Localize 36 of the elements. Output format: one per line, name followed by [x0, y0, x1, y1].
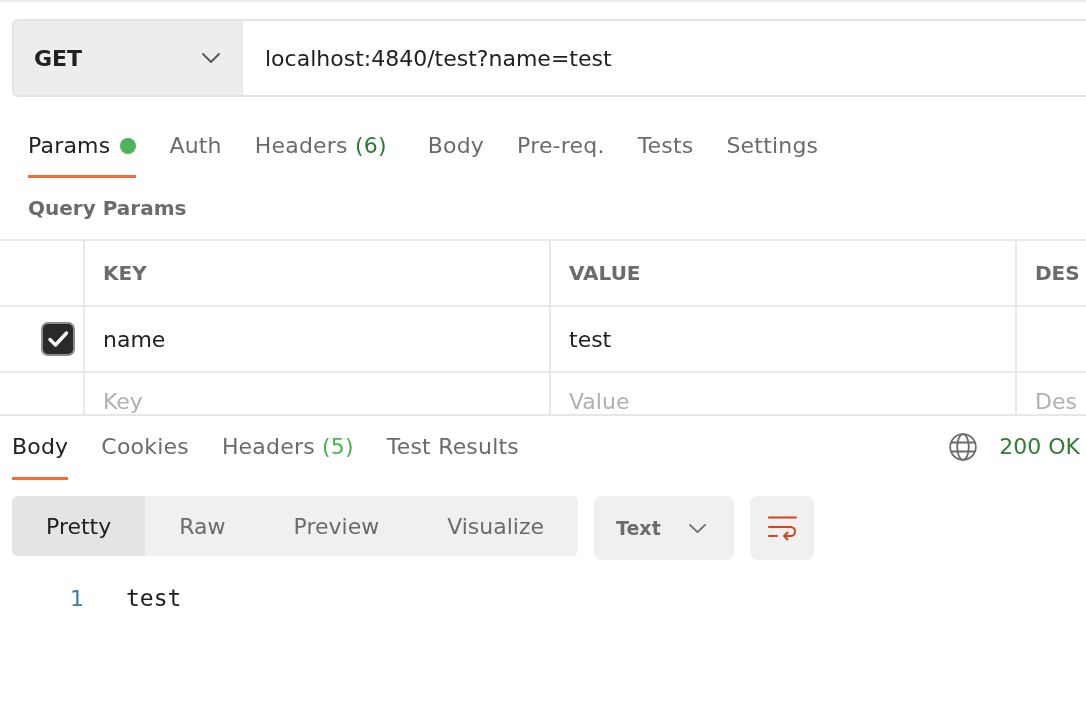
value-field[interactable]: Value: [569, 390, 1015, 414]
chevron-down-icon: [202, 53, 220, 63]
url-field[interactable]: localhost:4840/test?name=test: [243, 19, 1086, 97]
request-tab[interactable]: Params: [28, 116, 137, 178]
chevron-down-icon: [689, 523, 707, 533]
view-mode-tab[interactable]: Preview: [259, 496, 414, 556]
globe-icon[interactable]: [949, 432, 978, 461]
section-title: Query Params: [28, 195, 187, 222]
format-dropdown[interactable]: Text: [594, 496, 735, 560]
request-tab[interactable]: Headers (6): [254, 116, 387, 178]
column-header: DES: [1017, 241, 1086, 307]
checkbox[interactable]: [41, 322, 75, 356]
view-mode-tab[interactable]: Pretty: [12, 496, 146, 556]
line-number: 1: [70, 585, 84, 613]
status-code: 200 OK: [999, 434, 1080, 459]
code-line: test: [126, 584, 182, 613]
table-cell: test: [551, 307, 1017, 373]
request-tab[interactable]: Body: [427, 116, 485, 178]
view-mode-tab[interactable]: Raw: [145, 496, 260, 556]
column-header: VALUE: [551, 241, 1017, 307]
request-tab[interactable]: Settings: [726, 116, 819, 178]
table-cell: name: [85, 307, 551, 373]
request-tab[interactable]: Tests: [637, 116, 694, 178]
wrap-lines-button[interactable]: [750, 496, 815, 560]
method-dropdown[interactable]: GET: [12, 19, 243, 97]
request-tab[interactable]: Auth: [169, 116, 222, 178]
response-tab[interactable]: Cookies: [101, 416, 189, 480]
column-header: KEY: [85, 241, 551, 307]
wrap-lines-icon: [767, 515, 797, 541]
response-tab[interactable]: Test Results: [386, 416, 519, 480]
description-field[interactable]: Des: [1035, 390, 1086, 414]
request-tab[interactable]: Pre-req.: [517, 116, 605, 178]
view-mode-tab[interactable]: Visualize: [413, 496, 579, 556]
key-field[interactable]: Key: [103, 390, 549, 414]
response-tab[interactable]: Body: [12, 416, 69, 480]
response-tab[interactable]: Headers (5): [221, 416, 354, 480]
